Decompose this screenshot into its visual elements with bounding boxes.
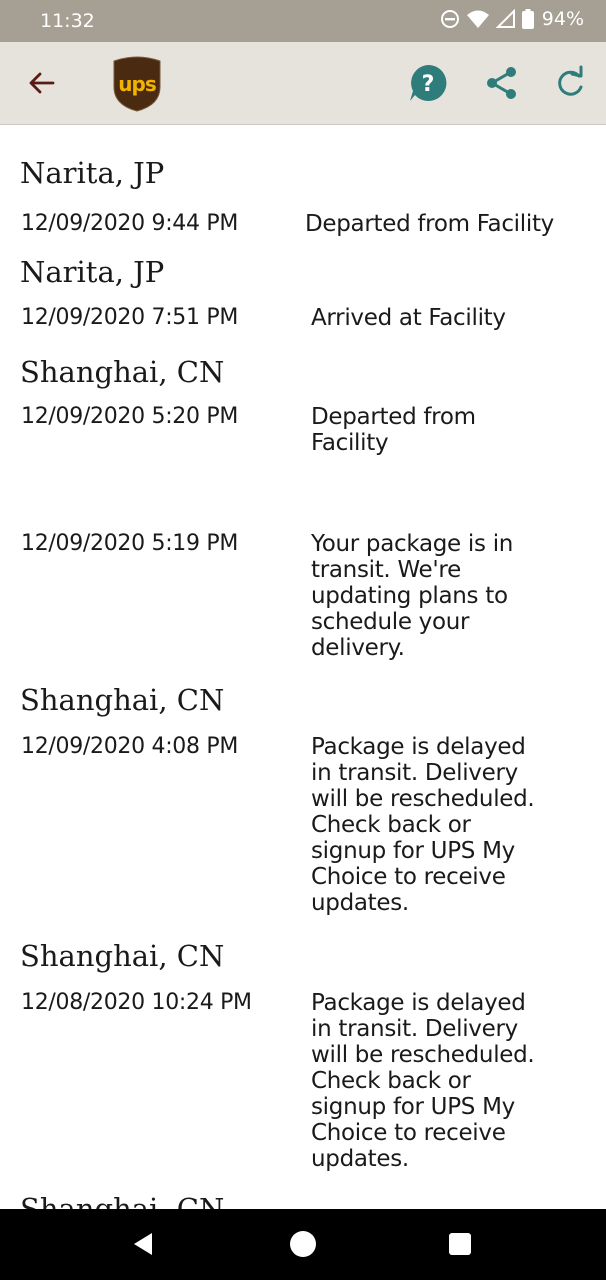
event-location: Narita, JP	[20, 255, 165, 289]
help-icon: ?	[410, 64, 447, 101]
event-location: Shanghai, CN	[20, 1192, 225, 1209]
system-nav-bar	[0, 1209, 606, 1280]
event-description: Your package is in transit. We're updati…	[311, 531, 514, 661]
event-description: Departed from Facility	[305, 211, 554, 237]
battery-percentage: 94%	[541, 8, 584, 30]
help-symbol: ?	[422, 72, 435, 97]
event-datetime: 12/09/2020 5:19 PM	[21, 531, 239, 556]
signal-icon	[495, 9, 515, 28]
back-button[interactable]	[22, 64, 60, 102]
event-description: Package is delayed in transit. Delivery …	[311, 990, 535, 1172]
event-datetime: 12/09/2020 4:08 PM	[21, 734, 239, 759]
share-button[interactable]	[482, 63, 522, 103]
ups-logo: ups	[110, 55, 164, 113]
event-description: Package is delayed in transit. Delivery …	[311, 734, 535, 916]
event-location: Narita, JP	[20, 156, 165, 190]
tracking-history-list: Narita, JP 12/09/2020 9:44 PM Departed f…	[0, 124, 606, 1209]
event-datetime: 12/09/2020 9:44 PM	[21, 211, 239, 236]
refresh-button[interactable]	[550, 63, 590, 103]
status-bar: 11:32 94%	[0, 0, 606, 42]
status-time: 11:32	[40, 10, 95, 32]
nav-home-icon[interactable]	[290, 1231, 316, 1257]
help-button[interactable]: ?	[408, 63, 448, 103]
refresh-icon	[558, 65, 583, 96]
event-location: Shanghai, CN	[20, 683, 225, 717]
event-datetime: 12/08/2020 10:24 PM	[21, 990, 252, 1015]
share-icon	[487, 67, 516, 99]
ups-logo-text: ups	[118, 72, 156, 96]
event-description: Arrived at Facility	[311, 305, 506, 331]
event-description: Departed from Facility	[311, 404, 476, 456]
back-arrow-icon	[29, 72, 55, 94]
do-not-disturb-icon	[440, 10, 459, 28]
event-location: Shanghai, CN	[20, 355, 225, 389]
wifi-icon	[466, 10, 489, 28]
app-bar: ups ?	[0, 42, 606, 125]
nav-back-icon[interactable]	[132, 1232, 154, 1256]
event-datetime: 12/09/2020 5:20 PM	[21, 404, 239, 429]
event-datetime: 12/09/2020 7:51 PM	[21, 305, 239, 330]
nav-recents-icon[interactable]	[449, 1233, 471, 1255]
battery-icon	[521, 9, 534, 29]
event-location: Shanghai, CN	[20, 939, 225, 973]
status-icons: 94%	[440, 8, 584, 30]
